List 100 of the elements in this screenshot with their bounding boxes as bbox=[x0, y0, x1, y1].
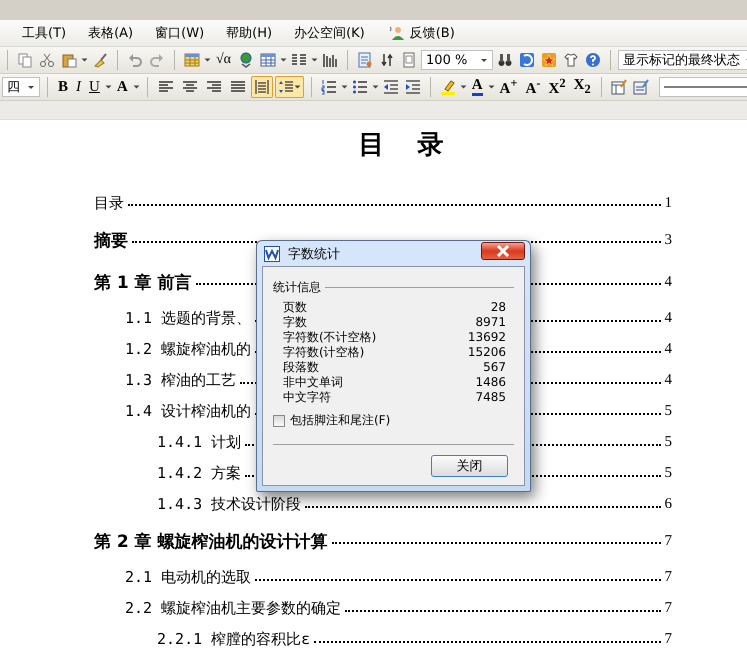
checkbox-label[interactable]: 包括脚注和尾注(F) bbox=[290, 412, 390, 429]
outdent-icon[interactable] bbox=[382, 79, 399, 95]
formula-button[interactable]: √α bbox=[213, 49, 234, 71]
superscript-button[interactable]: X$^{2}$ bbox=[546, 76, 569, 98]
dropdown-caret-icon[interactable] bbox=[340, 85, 348, 89]
menu-item[interactable]: 窗口(W) bbox=[147, 22, 212, 44]
underline-button[interactable]: U bbox=[86, 76, 103, 98]
undo-icon[interactable] bbox=[127, 52, 143, 68]
numbered-list-icon[interactable] bbox=[320, 79, 337, 95]
page-number: 7 bbox=[664, 600, 672, 617]
toc-entry: 目录 bbox=[94, 194, 124, 212]
dropdown-caret-icon[interactable] bbox=[488, 85, 495, 89]
font-size-field[interactable]: 四 bbox=[2, 77, 40, 97]
document-icon[interactable] bbox=[357, 52, 374, 68]
format-painter-icon[interactable] bbox=[92, 52, 108, 68]
stat-label: 页数 bbox=[283, 300, 307, 315]
table-icon[interactable] bbox=[260, 52, 276, 68]
stat-value: 567 bbox=[483, 360, 506, 375]
page-icon[interactable] bbox=[401, 52, 418, 68]
effect-button[interactable]: A bbox=[114, 76, 131, 98]
grow-button[interactable]: A$^{+}$ bbox=[496, 76, 521, 98]
columns-icon[interactable] bbox=[291, 52, 308, 68]
stat-label: 段落数 bbox=[283, 360, 319, 375]
cut-icon[interactable] bbox=[39, 52, 55, 68]
page-number: 7 bbox=[664, 532, 672, 550]
spreadsheet-icon[interactable] bbox=[184, 52, 200, 68]
page-number: 7 bbox=[664, 631, 672, 648]
group-label: 统计信息 bbox=[273, 279, 321, 296]
toc-entry: 1.4.2 方案 bbox=[157, 464, 242, 483]
copy-icon[interactable] bbox=[17, 52, 33, 68]
dropdown-caret-icon[interactable] bbox=[280, 58, 288, 62]
dropdown-caret-icon[interactable] bbox=[460, 85, 467, 89]
indent-icon[interactable] bbox=[404, 79, 421, 95]
menu-item[interactable]: 工具(T) bbox=[14, 22, 74, 44]
shirt-icon[interactable] bbox=[563, 52, 580, 68]
menu-item[interactable]: 帮助(H) bbox=[218, 22, 280, 44]
toc-entry: 2.2 螺旋榨油机主要参数的确定 bbox=[125, 599, 342, 618]
stat-label: 非中文单词 bbox=[283, 375, 343, 390]
dialog-title: 字数统计 bbox=[288, 246, 341, 262]
page-number: 5 bbox=[664, 403, 672, 420]
person-icon bbox=[388, 25, 405, 41]
toc-entry: 摘要 bbox=[94, 230, 128, 252]
stat-label: 字符数(不计空格) bbox=[283, 330, 376, 345]
bullet-list-icon[interactable] bbox=[352, 79, 368, 95]
page-number: 1 bbox=[664, 194, 672, 212]
stat-value: 7485 bbox=[475, 390, 506, 405]
markup-view-dropdown[interactable]: 显示标记的最终状态 bbox=[618, 50, 747, 70]
line-spacing-button[interactable] bbox=[274, 76, 304, 98]
dropdown-caret-icon[interactable] bbox=[104, 85, 112, 89]
toc-entry: 1.4.1 计划 bbox=[157, 433, 242, 452]
dropdown-caret-icon[interactable] bbox=[372, 85, 379, 89]
stat-value: 15206 bbox=[468, 345, 506, 360]
page-number: 6 bbox=[664, 496, 672, 513]
menu-item[interactable]: 表格(A) bbox=[80, 22, 142, 44]
document-title: 目 录 bbox=[358, 130, 456, 160]
toc-entry: 第 1 章 前言 bbox=[94, 272, 192, 294]
toc-entry: 第 2 章 螺旋榨油机的设计计算 bbox=[94, 530, 328, 552]
bars-icon[interactable] bbox=[322, 52, 338, 68]
font-color-button[interactable]: A bbox=[468, 76, 486, 98]
page-number: 7 bbox=[664, 569, 672, 586]
dropdown-caret-icon[interactable] bbox=[132, 85, 140, 89]
highlighter-icon[interactable] bbox=[440, 79, 456, 95]
app-logo-icon bbox=[264, 246, 280, 262]
help-icon[interactable] bbox=[585, 52, 602, 68]
stat-value: 8971 bbox=[475, 315, 506, 330]
binoculars-icon[interactable] bbox=[497, 52, 514, 68]
subscript-button[interactable]: X$_{2}$ bbox=[570, 76, 594, 98]
zoom-field[interactable]: 100 % bbox=[421, 50, 494, 70]
form-icon[interactable] bbox=[610, 79, 627, 95]
form-edit-icon[interactable] bbox=[632, 79, 649, 95]
bold-button[interactable]: B bbox=[55, 76, 72, 98]
toc-entry: 2.1 电动机的选取 bbox=[125, 568, 252, 587]
checkbox[interactable] bbox=[273, 414, 285, 426]
dropdown-caret-icon[interactable] bbox=[311, 58, 318, 62]
dropdown-caret-icon bbox=[294, 85, 301, 89]
paste-icon[interactable] bbox=[61, 52, 77, 68]
line-style-icon bbox=[664, 85, 747, 89]
page-number: 4 bbox=[664, 274, 672, 290]
toc-entry: 1.4.3 技术设计阶段 bbox=[157, 495, 302, 514]
stat-label: 字数 bbox=[283, 315, 307, 330]
arrows-icon[interactable] bbox=[379, 52, 396, 68]
shrink-button[interactable]: A$^{-}$ bbox=[522, 76, 544, 98]
toc-entry: 1.2 螺旋榨油机的 bbox=[125, 340, 252, 359]
page-number: 4 bbox=[664, 372, 672, 389]
dropdown-caret-icon[interactable] bbox=[81, 58, 88, 62]
line-spacing-icon bbox=[278, 79, 294, 95]
stat-label: 中文字符 bbox=[283, 390, 331, 405]
italic-button[interactable]: I bbox=[73, 76, 84, 98]
dropdown-caret-icon[interactable] bbox=[204, 58, 211, 62]
close-dialog-button[interactable]: 关闭 bbox=[431, 455, 508, 477]
star-icon[interactable] bbox=[541, 52, 558, 68]
close-button[interactable] bbox=[481, 242, 525, 260]
stat-value: 28 bbox=[490, 300, 506, 315]
globe-icon[interactable] bbox=[238, 52, 254, 68]
distribute-button[interactable] bbox=[250, 76, 273, 98]
page-number: 4 bbox=[664, 310, 672, 327]
close-icon bbox=[496, 244, 510, 256]
menu-item[interactable]: 反馈(B) bbox=[378, 22, 463, 44]
line-style-dropdown[interactable] bbox=[658, 77, 747, 97]
menu-item[interactable]: 办公空间(K) bbox=[286, 22, 373, 44]
